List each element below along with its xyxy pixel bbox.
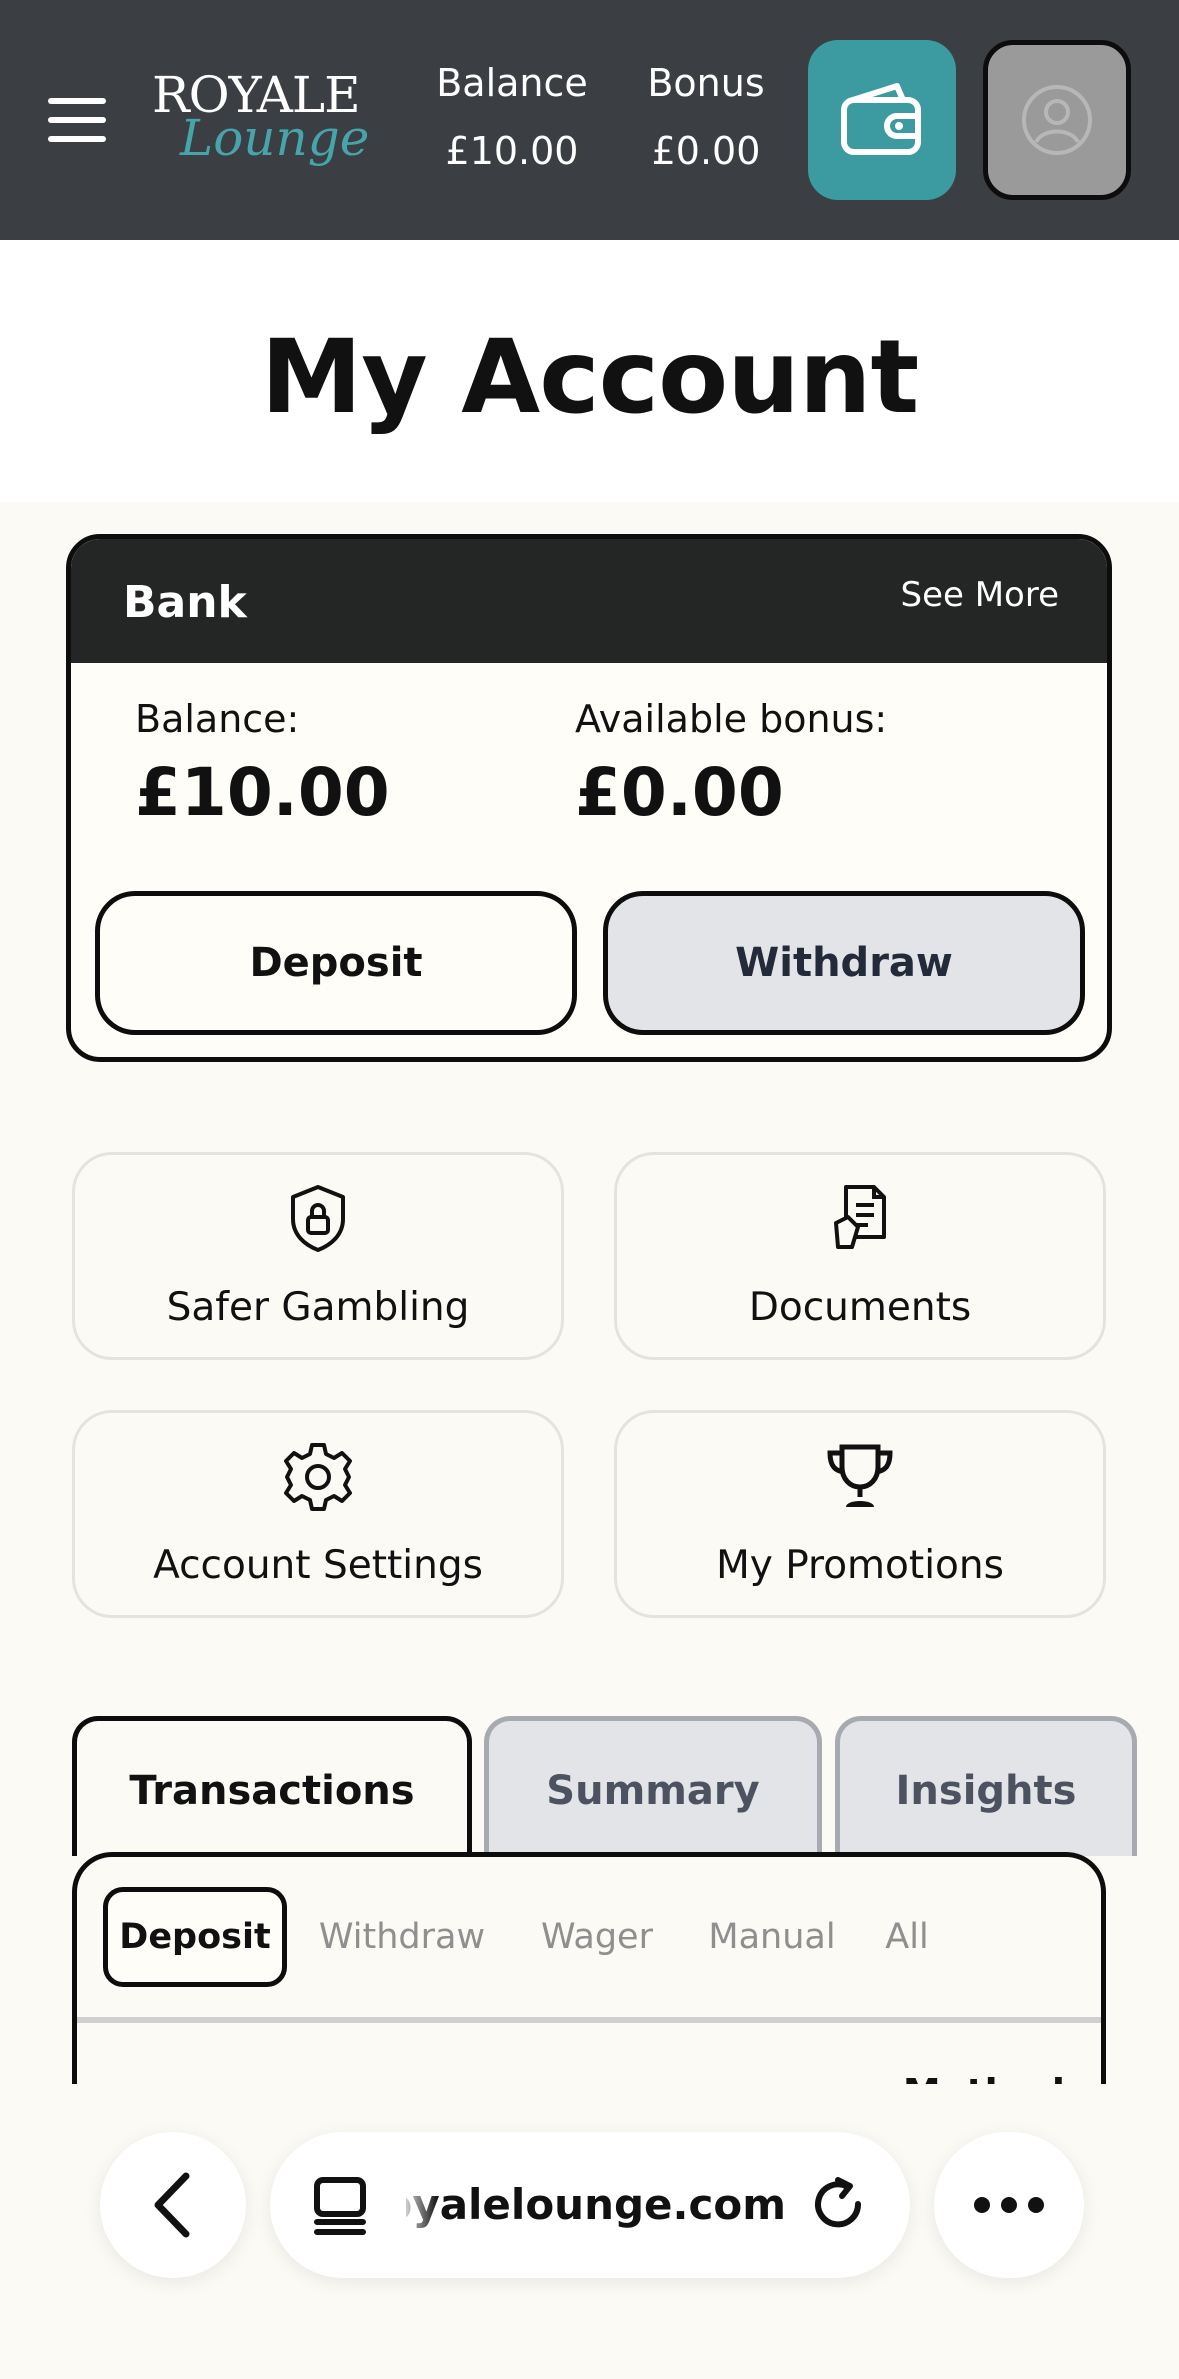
filter-manual[interactable]: Manual <box>707 1887 837 1987</box>
more-options-button[interactable] <box>934 2132 1084 2278</box>
reload-icon[interactable] <box>808 2174 870 2236</box>
bank-card: Bank See More Balance: £10.00 Available … <box>66 534 1112 1062</box>
ellipsis-icon <box>974 2197 1044 2213</box>
header-bonus: Bonus £0.00 <box>636 56 776 178</box>
browser-toolbar: royalelounge.com <box>0 2084 1179 2379</box>
balance-value: £10.00 <box>135 754 390 831</box>
my-promotions-tile[interactable]: My Promotions <box>614 1410 1106 1618</box>
balance-label: Balance: <box>135 697 300 741</box>
header-balance-value: £10.00 <box>445 129 579 173</box>
url-fade <box>398 2162 438 2248</box>
filter-withdraw[interactable]: Withdraw <box>317 1887 487 1987</box>
deposit-button[interactable]: Deposit <box>95 891 577 1035</box>
tab-transactions[interactable]: Transactions <box>72 1716 472 1856</box>
see-more-link[interactable]: See More <box>900 573 1059 617</box>
filter-deposit[interactable]: Deposit <box>103 1887 287 1987</box>
menu-icon[interactable] <box>48 98 108 142</box>
logo-text-bottom: Lounge <box>180 109 370 167</box>
header-balance: Balance £10.00 <box>432 56 592 178</box>
profile-button[interactable] <box>983 40 1131 200</box>
tab-summary[interactable]: Summary <box>484 1716 822 1856</box>
tile-label: Documents <box>748 1285 972 1330</box>
header-bonus-value: £0.00 <box>651 129 761 173</box>
transactions-panel: Deposit Withdraw Wager Manual All Method <box>72 1852 1106 2092</box>
tile-label: Safer Gambling <box>166 1285 470 1330</box>
address-bar[interactable]: royalelounge.com <box>270 2132 910 2278</box>
transaction-filter-row: Deposit Withdraw Wager Manual All <box>77 1887 1101 1987</box>
user-avatar-icon <box>1022 85 1092 155</box>
header-bonus-label: Bonus <box>647 61 765 105</box>
account-settings-tile[interactable]: Account Settings <box>72 1410 564 1618</box>
divider <box>77 2017 1101 2023</box>
site-logo[interactable]: ROYALE Lounge <box>150 66 369 166</box>
tab-switcher-icon[interactable] <box>312 2176 368 2236</box>
filter-wager[interactable]: Wager <box>537 1887 657 1987</box>
page-title: My Account <box>260 318 919 437</box>
tab-insights[interactable]: Insights <box>835 1716 1137 1856</box>
chevron-left-icon <box>154 2172 190 2238</box>
url-text: royalelounge.com <box>406 2180 786 2229</box>
available-bonus-label: Available bonus: <box>575 697 888 741</box>
tile-label: My Promotions <box>716 1543 1004 1588</box>
title-section: My Account <box>0 240 1179 502</box>
safer-gambling-tile[interactable]: Safer Gambling <box>72 1152 564 1360</box>
available-bonus-value: £0.00 <box>575 754 784 831</box>
documents-tile[interactable]: Documents <box>614 1152 1106 1360</box>
document-icon <box>834 1185 886 1249</box>
withdraw-button[interactable]: Withdraw <box>603 891 1085 1035</box>
top-navbar: ROYALE Lounge Balance £10.00 Bonus £0.00 <box>0 0 1179 240</box>
gear-icon <box>284 1443 352 1511</box>
tile-label: Account Settings <box>153 1543 483 1588</box>
bank-card-header: Bank See More <box>71 539 1107 663</box>
wallet-button[interactable] <box>808 40 956 200</box>
trophy-icon <box>827 1444 893 1507</box>
filter-all[interactable]: All <box>877 1887 937 1987</box>
bank-title: Bank <box>123 577 247 628</box>
wallet-icon <box>841 83 921 155</box>
back-button[interactable] <box>100 2132 246 2278</box>
shield-lock-icon <box>291 1185 345 1252</box>
header-balance-label: Balance <box>436 61 588 105</box>
